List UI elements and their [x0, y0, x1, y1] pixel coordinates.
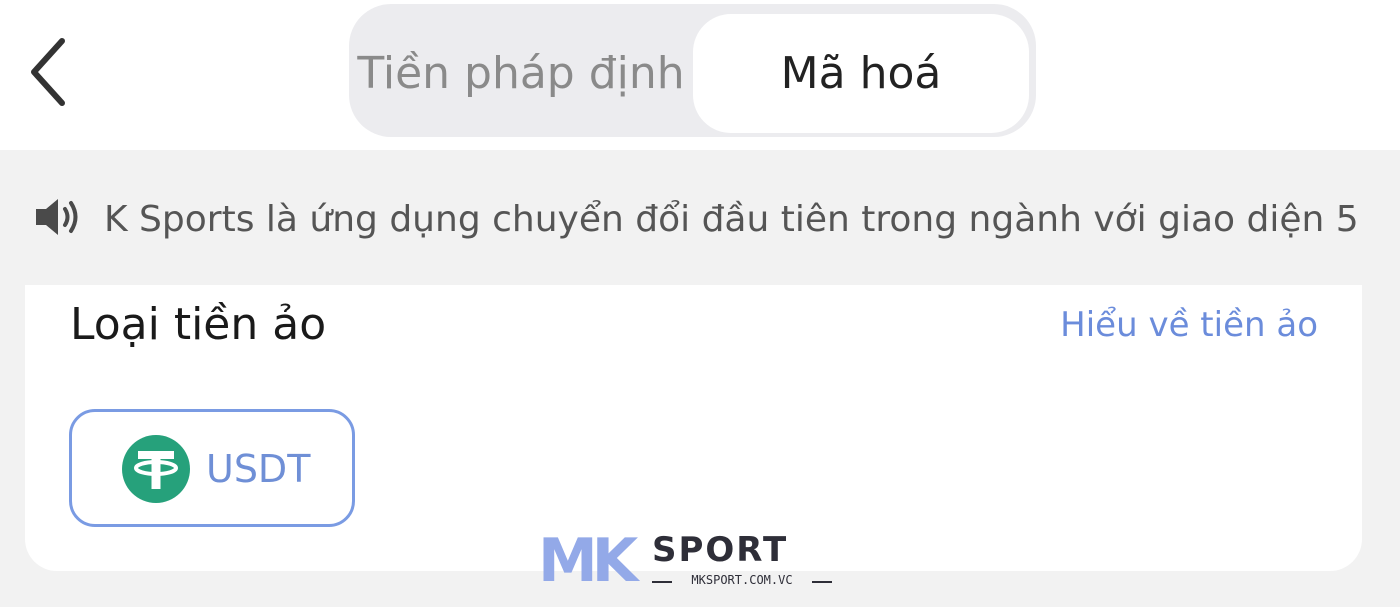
- tether-icon: [122, 435, 190, 503]
- watermark-divider: [812, 581, 832, 583]
- announcement-bar: K Sports là ứng dụng chuyển đổi đầu tiên…: [0, 150, 1400, 285]
- speaker-icon: [36, 199, 78, 235]
- chevron-left-icon: [31, 38, 65, 106]
- currency-type-switch: Tiền pháp định Mã hoá: [349, 4, 1036, 137]
- coin-label: USDT: [206, 447, 311, 491]
- watermark-url: MKSPORT.COM.VC: [691, 573, 793, 587]
- watermark-mk: MK: [538, 526, 638, 596]
- tab-crypto[interactable]: Mã hoá: [693, 14, 1029, 133]
- top-header: Tiền pháp định Mã hoá: [0, 0, 1400, 150]
- watermark-sport: SPORT: [652, 530, 789, 570]
- coin-option-usdt[interactable]: USDT: [69, 409, 355, 527]
- tab-fiat[interactable]: Tiền pháp định: [353, 14, 689, 133]
- learn-about-crypto-link[interactable]: Hiểu về tiền ảo: [1060, 299, 1318, 351]
- back-button[interactable]: [18, 32, 78, 112]
- crypto-type-card: Loại tiền ảo Hiểu về tiền ảo USDT: [25, 285, 1362, 571]
- section-title: Loại tiền ảo: [70, 299, 327, 350]
- brand-watermark: MK SPORT MKSPORT.COM.VC: [538, 530, 834, 592]
- announcement-text: K Sports là ứng dụng chuyển đổi đầu tiên…: [104, 199, 1360, 240]
